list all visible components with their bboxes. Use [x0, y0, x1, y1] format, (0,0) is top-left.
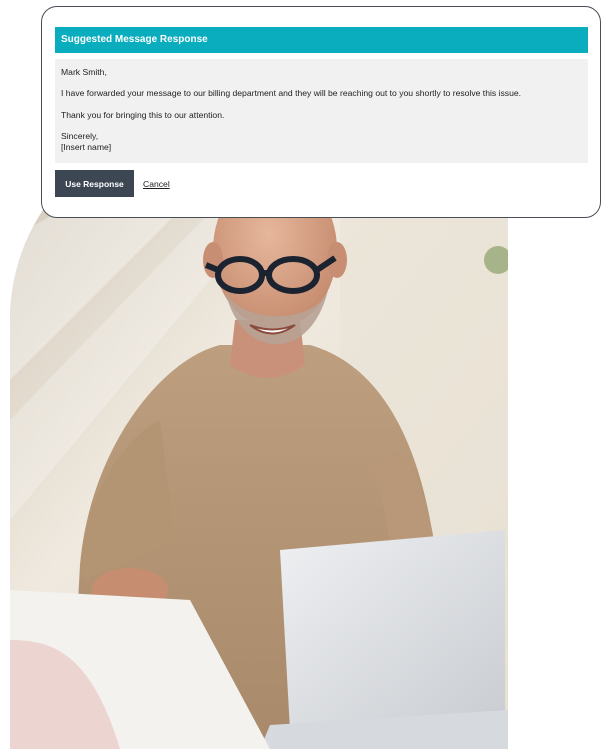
card-title: Suggested Message Response [55, 27, 588, 53]
message-signoff: Sincerely, [61, 131, 99, 141]
stage: Suggested Message Response Mark Smith, I… [0, 0, 602, 749]
suggested-response-card: Suggested Message Response Mark Smith, I… [41, 6, 601, 218]
cancel-link[interactable]: Cancel [143, 179, 170, 189]
message-thanks: Thank you for bringing this to our atten… [61, 110, 225, 120]
message-text: I have forwarded your message to our bil… [61, 88, 522, 98]
response-message-body: Mark Smith, I have forwarded your messag… [55, 59, 588, 163]
laptop [280, 530, 505, 730]
message-greeting: Mark Smith, [61, 67, 107, 77]
message-signature: [Insert name] [61, 142, 112, 152]
use-response-button[interactable]: Use Response [55, 170, 134, 197]
card-actions: Use Response Cancel [55, 170, 170, 197]
